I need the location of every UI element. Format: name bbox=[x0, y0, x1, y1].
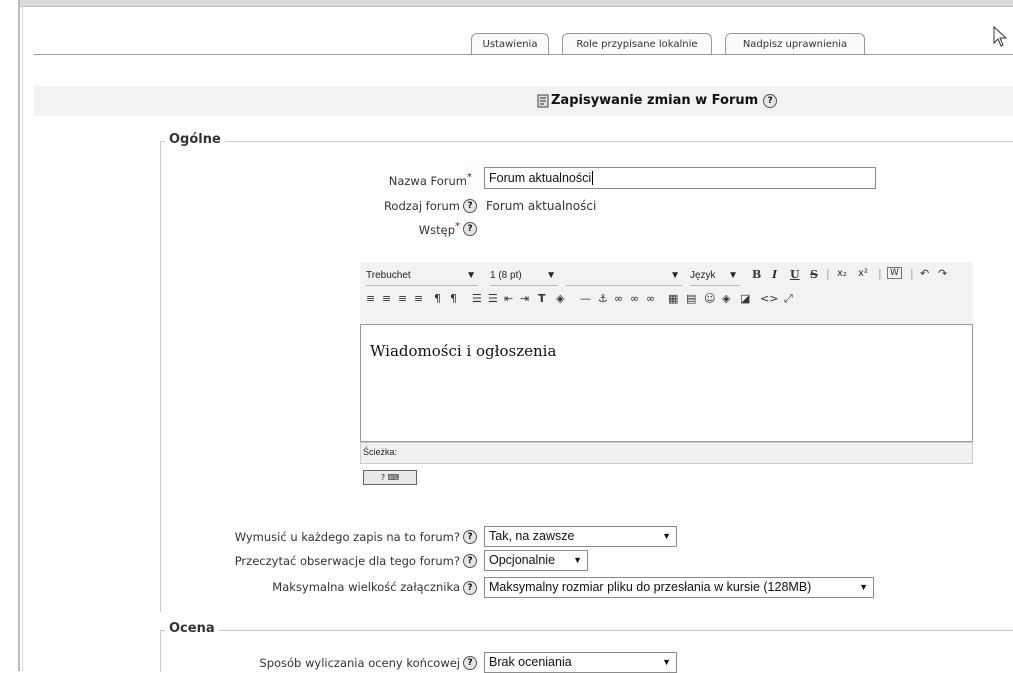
toolbar-separator: | bbox=[910, 267, 914, 280]
window-left-border bbox=[18, 0, 20, 671]
redo-button[interactable]: ↷ bbox=[938, 267, 947, 280]
tab-divider bbox=[34, 54, 1013, 55]
forum-name-value: Forum aktualności bbox=[489, 171, 592, 185]
chevron-down-icon: ▼ bbox=[466, 270, 476, 281]
font-size-value: 1 (8 pt) bbox=[490, 270, 522, 281]
align-right-button[interactable]: ≡ bbox=[398, 292, 407, 305]
required-mark: * bbox=[455, 221, 460, 232]
rtl-button[interactable]: ¶ bbox=[450, 292, 457, 305]
underline-button[interactable]: U bbox=[790, 268, 800, 281]
chevron-down-icon: ▼ bbox=[728, 270, 738, 281]
editor-path-label: Ścieżka: bbox=[363, 447, 398, 457]
font-family-select[interactable]: Trebuchet ▼ bbox=[366, 270, 478, 286]
aggregate-help-icon[interactable]: ? bbox=[463, 656, 477, 670]
chevron-down-icon: ▼ bbox=[859, 582, 868, 592]
special-char-button[interactable]: ◈ bbox=[722, 292, 730, 305]
text-color-button[interactable]: T bbox=[538, 292, 546, 305]
forum-name-input[interactable]: Forum aktualności bbox=[484, 167, 876, 189]
required-mark: * bbox=[467, 172, 472, 183]
force-subscribe-help-icon[interactable]: ? bbox=[463, 530, 477, 544]
aggregate-value: Brak oceniania bbox=[489, 655, 572, 669]
language-select[interactable]: Język ▼ bbox=[690, 270, 740, 286]
editor-help-icon: ? bbox=[380, 473, 386, 482]
force-subscribe-value: Tak, na zawsze bbox=[489, 529, 575, 543]
tab-override-permissions[interactable]: Nadpisz uprawnienia bbox=[725, 33, 865, 54]
force-subscribe-label: Wymusić u każdego zapis na to forum? bbox=[234, 530, 460, 544]
general-legend: Ogólne bbox=[165, 132, 225, 147]
insert-image-button[interactable]: ▦ bbox=[668, 292, 678, 305]
anchor-button[interactable]: ⚓ bbox=[598, 292, 608, 305]
forum-name-label-text: Nazwa Forum bbox=[388, 173, 467, 188]
nolink-button[interactable]: ∞ bbox=[646, 292, 655, 305]
chevron-down-icon: ▼ bbox=[670, 270, 680, 281]
subscript-button[interactable]: x₂ bbox=[837, 268, 847, 279]
chevron-down-icon: ▼ bbox=[662, 657, 671, 667]
max-attachment-value: Maksymalny rozmiar pliku do przesłania w… bbox=[489, 580, 812, 594]
ltr-button[interactable]: ¶ bbox=[434, 292, 441, 305]
forum-type-value: Forum aktualności bbox=[486, 199, 597, 213]
ordered-list-button[interactable]: ☰ bbox=[472, 292, 482, 305]
font-size-select[interactable]: 1 (8 pt) ▼ bbox=[490, 270, 558, 286]
editor-help-button[interactable]: ? ⌨ bbox=[363, 470, 417, 485]
aggregate-label: Sposób wyliczania oceny końcowej bbox=[259, 656, 460, 670]
link-button[interactable]: ∞ bbox=[614, 292, 623, 305]
unordered-list-button[interactable]: ☰ bbox=[488, 292, 498, 305]
undo-button[interactable]: ↶ bbox=[920, 267, 929, 280]
window-left-border-inner bbox=[22, 0, 23, 671]
page-title-text: Zapisywanie zmian w Forum bbox=[551, 93, 759, 108]
toolbar-separator: | bbox=[826, 267, 830, 280]
unlink-button[interactable]: ∞ bbox=[630, 292, 639, 305]
read-tracking-label: Przeczytać obserwacje dla tego forum? bbox=[234, 554, 460, 568]
italic-button[interactable]: I bbox=[772, 268, 777, 281]
max-attachment-select[interactable]: Maksymalny rozmiar pliku do przesłania w… bbox=[484, 577, 874, 598]
max-attachment-label: Maksymalna wielkość załącznika bbox=[272, 580, 460, 594]
window-top-border bbox=[18, 0, 1013, 7]
align-left-button[interactable]: ≡ bbox=[366, 292, 375, 305]
format-select[interactable]: ▼ bbox=[566, 270, 682, 286]
page-title: Zapisywanie zmian w Forum ? bbox=[537, 93, 778, 108]
intro-help-icon[interactable]: ? bbox=[463, 222, 477, 236]
editor-path-bar bbox=[360, 442, 973, 464]
justify-button[interactable]: ≡ bbox=[414, 292, 423, 305]
forum-type-label: Rodzaj forum bbox=[383, 199, 460, 213]
read-tracking-value: Opcjonalnie bbox=[489, 553, 556, 567]
editor-content: Wiadomości i ogłoszenia bbox=[370, 342, 557, 360]
background-color-button[interactable]: ◈ bbox=[556, 292, 564, 305]
forum-type-help-icon[interactable]: ? bbox=[463, 199, 477, 213]
max-attachment-help-icon[interactable]: ? bbox=[463, 581, 477, 595]
page-header-bar bbox=[34, 86, 1013, 116]
paste-word-button[interactable]: W bbox=[887, 267, 902, 279]
align-center-button[interactable]: ≡ bbox=[382, 292, 391, 305]
toolbar-separator: | bbox=[878, 267, 882, 280]
bold-button[interactable]: B bbox=[752, 268, 761, 281]
insert-table-button[interactable]: ▤ bbox=[686, 292, 696, 305]
intro-label: Wstęp* bbox=[330, 221, 460, 237]
help-icon[interactable]: ? bbox=[763, 93, 778, 108]
strikethrough-button[interactable]: S bbox=[810, 268, 818, 281]
html-source-button[interactable]: <> bbox=[760, 292, 778, 305]
forum-name-label: Nazwa Forum* bbox=[300, 172, 472, 188]
tab-settings[interactable]: Ustawienia bbox=[471, 33, 549, 54]
language-value: Język bbox=[690, 270, 716, 281]
forum-module-icon bbox=[537, 94, 549, 107]
chevron-down-icon: ▼ bbox=[546, 270, 556, 281]
mouse-cursor-icon bbox=[993, 26, 1008, 47]
chevron-down-icon: ▼ bbox=[573, 555, 582, 565]
font-family-value: Trebuchet bbox=[366, 270, 411, 281]
chevron-down-icon: ▼ bbox=[662, 531, 671, 541]
read-tracking-help-icon[interactable]: ? bbox=[463, 554, 477, 568]
grade-legend: Ocena bbox=[165, 621, 219, 636]
fullscreen-button[interactable]: ⤢ bbox=[784, 292, 793, 306]
search-replace-button[interactable]: ◪ bbox=[740, 292, 750, 305]
aggregate-select[interactable]: Brak oceniania ▼ bbox=[484, 652, 677, 673]
force-subscribe-select[interactable]: Tak, na zawsze ▼ bbox=[484, 526, 677, 547]
tab-local-roles[interactable]: Role przypisane lokalnie bbox=[562, 33, 712, 54]
outdent-button[interactable]: ⇤ bbox=[504, 292, 513, 305]
superscript-button[interactable]: x² bbox=[858, 268, 868, 279]
horizontal-rule-button[interactable]: — bbox=[580, 292, 591, 305]
indent-button[interactable]: ⇥ bbox=[520, 292, 529, 305]
read-tracking-select[interactable]: Opcjonalnie ▼ bbox=[484, 550, 588, 571]
intro-label-text: Wstęp bbox=[418, 222, 455, 237]
smiley-icon[interactable]: ☺ bbox=[704, 292, 715, 305]
